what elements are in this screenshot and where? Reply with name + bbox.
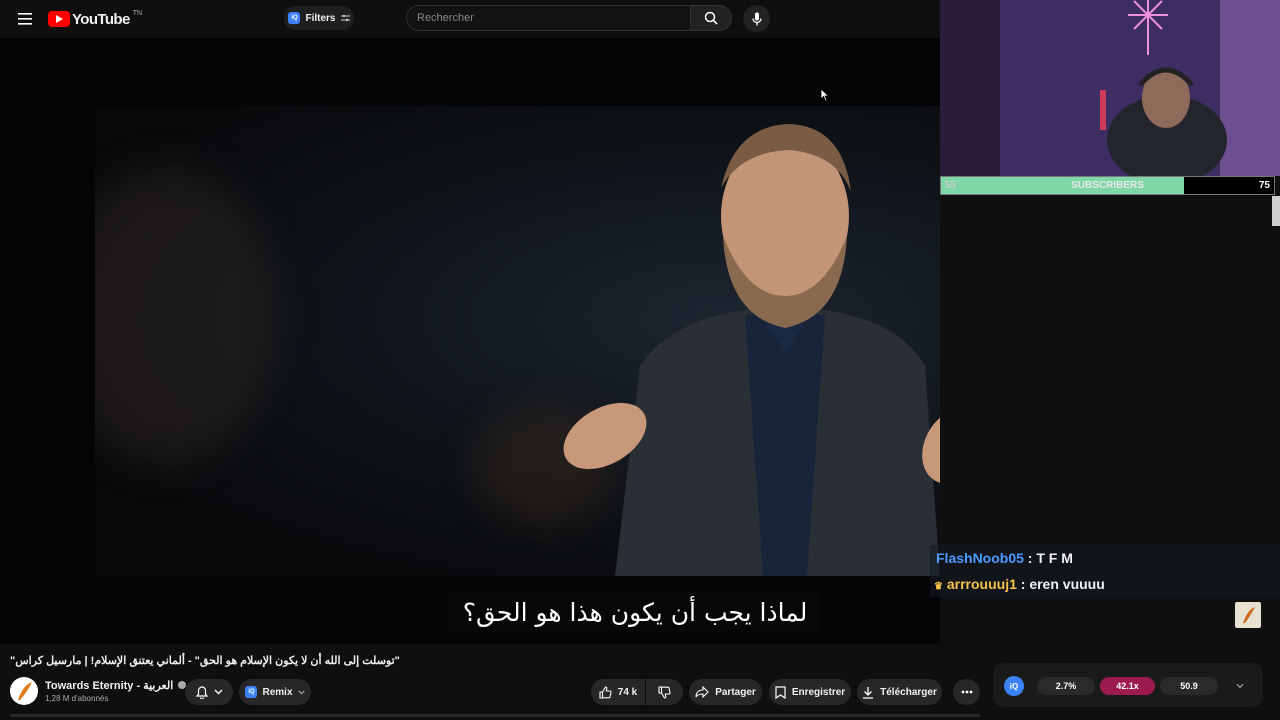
chat-message: ♛ arrrouuuj1 : eren vuuuu xyxy=(934,576,1105,592)
chevron-down-icon xyxy=(297,690,305,694)
search-icon xyxy=(704,11,718,25)
download-label: Télécharger xyxy=(880,686,937,698)
search-button[interactable] xyxy=(690,5,732,31)
sliders-icon xyxy=(340,14,350,22)
filters-button[interactable]: iQ Filters xyxy=(284,6,354,30)
subscriber-count: 1,28 M d'abonnés xyxy=(45,694,109,703)
bell-icon xyxy=(195,685,208,699)
download-button[interactable]: Télécharger xyxy=(857,679,942,705)
filters-label: Filters xyxy=(305,12,336,24)
iq-badge-icon: iQ xyxy=(288,12,301,24)
youtube-play-icon xyxy=(48,11,70,27)
stat-multiplier: 42.1x xyxy=(1100,677,1155,695)
mouse-cursor-icon xyxy=(820,88,830,102)
search-input[interactable] xyxy=(407,6,690,30)
remix-button[interactable]: iQ Remix xyxy=(239,679,311,705)
logo-region: TN xyxy=(132,10,143,17)
chevron-down-icon[interactable] xyxy=(1236,683,1244,689)
save-button[interactable]: Enregistrer xyxy=(769,679,851,705)
thumbs-down-icon xyxy=(658,685,671,699)
overlay-scrollbar xyxy=(1272,196,1280,226)
share-label: Partager xyxy=(715,686,756,698)
hamburger-icon xyxy=(18,13,32,25)
thumbs-up-icon xyxy=(599,685,612,699)
more-horizontal-icon xyxy=(961,690,972,694)
remix-label: Remix xyxy=(262,686,293,698)
microphone-icon xyxy=(751,12,762,25)
video-subtitle: لماذا يجب أن يكون هذا هو الحق؟ xyxy=(450,590,820,634)
subscriber-goal-target: 75 xyxy=(1258,180,1270,191)
chat-message: FlashNoob05 : T F M xyxy=(936,550,1073,566)
bookmark-icon xyxy=(775,685,786,699)
more-actions-button[interactable] xyxy=(953,679,980,705)
search-box xyxy=(406,5,690,31)
chat-text: : T F M xyxy=(1023,550,1073,566)
iq-logo-icon[interactable]: iQ xyxy=(1004,676,1024,696)
streamer-webcam xyxy=(940,0,1280,176)
video-title: "توسلت إلى الله أن لا يكون الإسلام هو ال… xyxy=(10,655,400,667)
chat-badge-icon: ♛ xyxy=(934,581,943,592)
share-icon xyxy=(695,686,709,698)
menu-button[interactable] xyxy=(12,6,38,32)
webcam-scene xyxy=(940,0,1280,176)
download-icon xyxy=(863,686,874,699)
like-count: 74 k xyxy=(617,686,638,698)
chat-username: FlashNoob05 xyxy=(936,550,1024,566)
chat-text: : eren vuuuu xyxy=(1016,576,1105,592)
share-button[interactable]: Partager xyxy=(689,679,762,705)
interviewee-figure xyxy=(563,124,940,576)
dislike-button[interactable] xyxy=(646,679,683,705)
logo-text: YouTube xyxy=(72,10,130,28)
youtube-logo[interactable]: YouTube TN xyxy=(48,10,142,28)
voice-search-button[interactable] xyxy=(743,5,770,32)
notification-bell-button[interactable] xyxy=(185,679,233,705)
video-frame[interactable] xyxy=(95,106,940,576)
chevron-down-icon xyxy=(214,689,222,695)
page-divider xyxy=(10,714,980,717)
channel-avatar[interactable] xyxy=(10,677,38,705)
stat-score: 50.9 xyxy=(1160,677,1218,695)
quill-logo-icon xyxy=(18,682,32,700)
subscriber-goal-bar: 55 SUBSCRIBERS 75 xyxy=(940,176,1275,195)
like-button[interactable]: 74 k xyxy=(591,679,645,705)
iq-badge-icon: iQ xyxy=(245,686,258,698)
channel-watermark-icon xyxy=(1235,602,1261,628)
stat-engagement: 2.7% xyxy=(1037,677,1095,695)
subscriber-goal-label: SUBSCRIBERS xyxy=(1071,180,1144,191)
chat-username: arrrouuuj1 xyxy=(946,576,1017,592)
save-label: Enregistrer xyxy=(791,686,846,698)
channel-name[interactable]: Towards Eternity - العربية xyxy=(45,679,187,692)
